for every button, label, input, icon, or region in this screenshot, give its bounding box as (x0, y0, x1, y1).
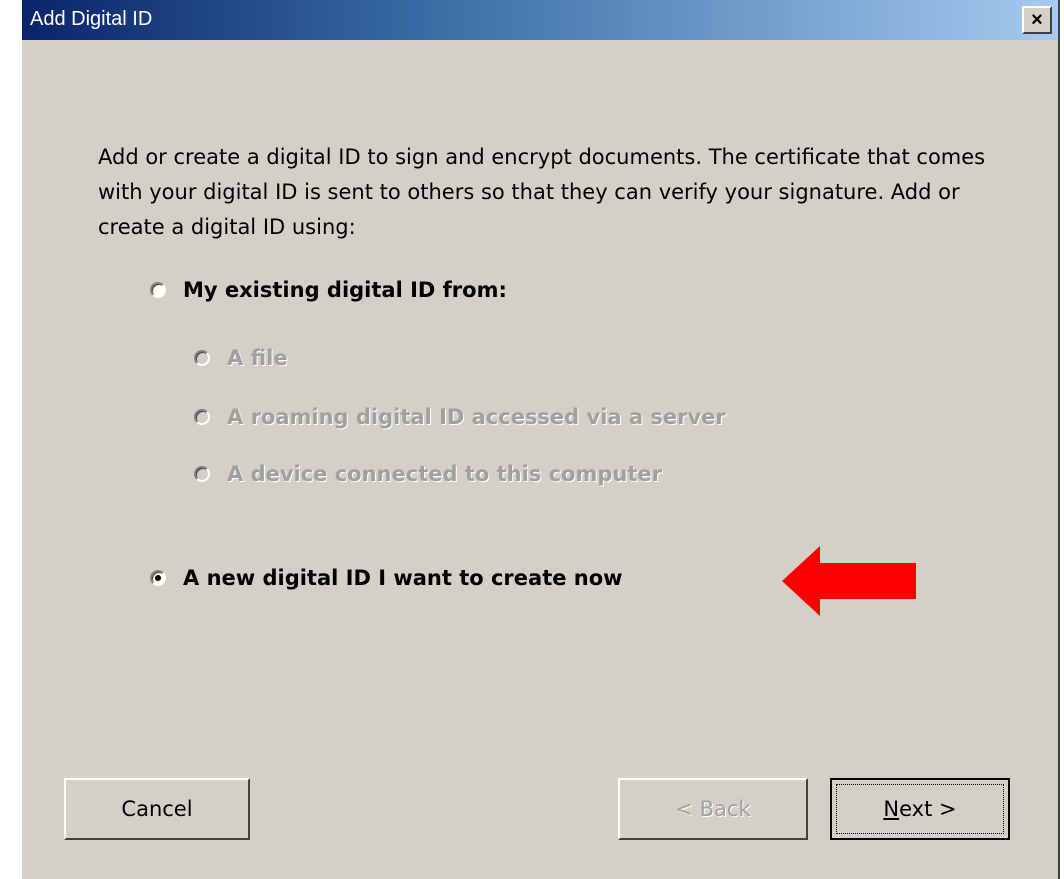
radio-button-icon[interactable] (194, 350, 210, 366)
add-digital-id-dialog: Add Digital ID × Add or create a digital… (20, 0, 1060, 879)
radio-new-digital-id[interactable]: A new digital ID I want to create now (150, 566, 623, 590)
radio-button-icon[interactable] (150, 282, 166, 298)
next-button[interactable]: Next > (830, 778, 1010, 840)
back-button-label: < Back (675, 797, 751, 821)
radio-existing-label: My existing digital ID from: (183, 278, 507, 302)
radio-roaming-digital-id[interactable]: A roaming digital ID accessed via a serv… (194, 405, 726, 429)
back-button[interactable]: < Back (618, 778, 808, 840)
cancel-button[interactable]: Cancel (64, 778, 250, 840)
title-bar[interactable]: Add Digital ID × (22, 0, 1058, 40)
radio-button-selected-icon[interactable] (150, 570, 166, 586)
close-icon: × (1031, 9, 1043, 31)
radio-device-label: A device connected to this computer (227, 462, 662, 486)
radio-button-icon[interactable] (194, 466, 210, 482)
radio-existing-digital-id[interactable]: My existing digital ID from: (150, 278, 507, 302)
radio-a-file-label: A file (227, 346, 288, 370)
radio-roaming-label: A roaming digital ID accessed via a serv… (227, 405, 726, 429)
radio-device-connected[interactable]: A device connected to this computer (194, 462, 662, 486)
intro-text: Add or create a digital ID to sign and e… (98, 145, 986, 239)
radio-button-icon[interactable] (194, 409, 210, 425)
radio-a-file[interactable]: A file (194, 346, 288, 370)
focus-ring (836, 784, 1004, 834)
left-arrow-icon (782, 546, 916, 616)
radio-new-label: A new digital ID I want to create now (183, 566, 623, 590)
cancel-button-label: Cancel (121, 797, 193, 821)
window-title: Add Digital ID (30, 8, 153, 30)
close-button[interactable]: × (1022, 6, 1052, 34)
